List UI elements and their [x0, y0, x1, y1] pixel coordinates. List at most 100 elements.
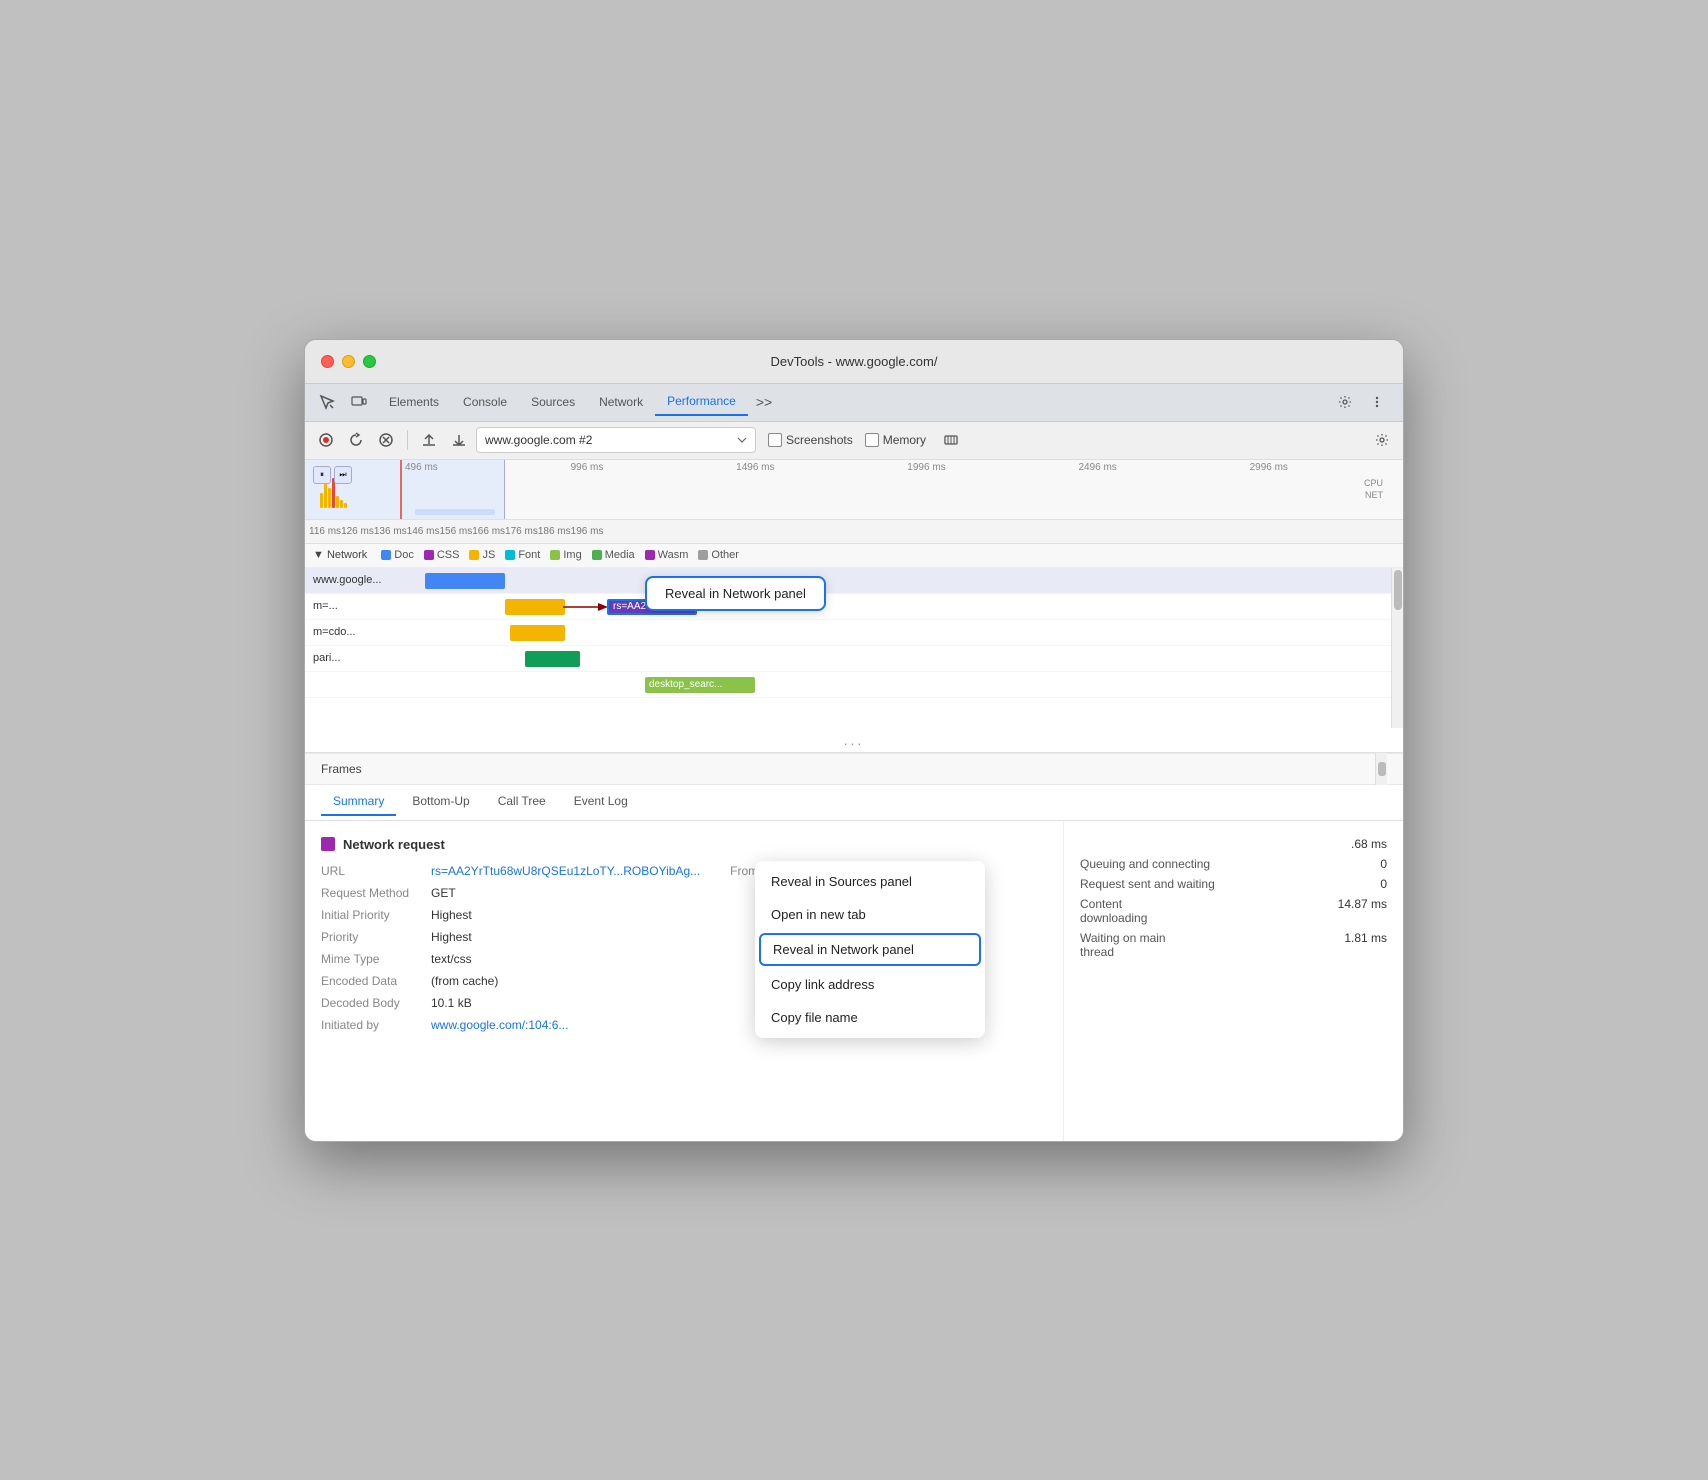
legend-other-label: Other	[711, 549, 739, 561]
url-link[interactable]: rs=AA2YrTtu68wU8rQSEu1zLoTY...ROBOYibAg.…	[431, 864, 700, 878]
cm-reveal-network[interactable]: Reveal in Network panel	[759, 933, 981, 966]
legend-doc: Doc	[381, 549, 414, 561]
request-row-desktop[interactable]: desktop desktop_searc...	[305, 672, 1403, 698]
devtools-body: CPU NET 496 ms 996 ms 1496 ms 1996 ms 24…	[305, 460, 1403, 1141]
more-options-icon[interactable]	[1363, 388, 1391, 416]
nr-mark-3: 146 ms	[407, 526, 440, 537]
request-label-google: www.google...	[305, 574, 425, 586]
legend-media: Media	[592, 549, 635, 561]
tab-bottom-up[interactable]: Bottom-Up	[400, 788, 481, 816]
frames-scrollbar[interactable]	[1375, 753, 1387, 785]
network-ruler: 116 ms 126 ms 136 ms 146 ms 156 ms 166 m…	[305, 520, 1403, 544]
url-label: URL	[321, 864, 431, 878]
network-ruler-marks: 116 ms 126 ms 136 ms 146 ms 156 ms 166 m…	[309, 526, 1403, 537]
settings-icon[interactable]	[1331, 388, 1359, 416]
legend-media-dot	[592, 550, 602, 560]
tab-call-tree[interactable]: Call Tree	[486, 788, 558, 816]
network-content: www.google... m=...	[305, 568, 1403, 728]
nr-mark-0: 116 ms	[309, 526, 341, 537]
request-bar-desktop: desktop_searc...	[645, 677, 755, 693]
scroll-thumb[interactable]	[1394, 570, 1402, 610]
request-label-mcdo: m=cdo...	[305, 626, 425, 638]
nr-mark-4: 156 ms	[439, 526, 472, 537]
memory-icon[interactable]	[938, 427, 964, 453]
screenshots-checkbox-box[interactable]	[768, 433, 782, 447]
method-value: GET	[431, 886, 456, 900]
request-bar-pari	[525, 651, 580, 667]
request-row-m1[interactable]: m=... rs=AA2YrTtu6...	[305, 594, 1403, 620]
ruler-marks-top: 496 ms 996 ms 1496 ms 1996 ms 2496 ms 29…	[305, 460, 1388, 473]
step-button[interactable]: ⏭	[334, 466, 352, 484]
tab-elements[interactable]: Elements	[377, 389, 451, 415]
performance-settings-icon[interactable]	[1369, 427, 1395, 453]
legend-js: JS	[469, 549, 495, 561]
pause-controls: ⏸ ⏭	[313, 466, 352, 484]
tab-network[interactable]: Network	[587, 389, 655, 415]
ruler-mark-6: 2996 ms	[1250, 462, 1288, 473]
pause-button[interactable]: ⏸	[313, 466, 331, 484]
nr-mark-1: 126 ms	[341, 526, 374, 537]
devtools-window: DevTools - www.google.com/ Elements Cons…	[304, 339, 1404, 1142]
url-selector[interactable]: www.google.com #2	[476, 427, 756, 453]
maximize-button[interactable]	[363, 355, 376, 368]
scrollbar[interactable]	[1391, 568, 1403, 728]
timing-queuing-label: Queuing and connecting	[1080, 857, 1210, 871]
initial-priority-label: Initial Priority	[321, 908, 431, 922]
checkbox-group: Screenshots Memory	[768, 427, 964, 453]
cm-copy-filename[interactable]: Copy file name	[755, 1001, 985, 1034]
download-button[interactable]	[446, 427, 472, 453]
record-button[interactable]	[313, 427, 339, 453]
tab-console[interactable]: Console	[451, 389, 519, 415]
context-menu: Reveal in Sources panel Open in new tab …	[755, 861, 985, 1038]
request-bar-area-mcdo	[425, 620, 1403, 645]
request-bar-area-m1: rs=AA2YrTtu6...	[425, 594, 1403, 619]
decoded-label: Decoded Body	[321, 996, 431, 1010]
request-row-pari[interactable]: pari...	[305, 646, 1403, 672]
legend-media-label: Media	[605, 549, 635, 561]
legend-wasm-dot	[645, 550, 655, 560]
tab-performance[interactable]: Performance	[655, 388, 748, 416]
legend-doc-label: Doc	[394, 549, 414, 561]
more-tabs-button[interactable]: >>	[748, 394, 780, 410]
timing-request-label: Request sent and waiting	[1080, 877, 1215, 891]
timing-waiting-label: Waiting on mainthread	[1080, 931, 1166, 959]
minimize-button[interactable]	[342, 355, 355, 368]
request-row-google[interactable]: www.google...	[305, 568, 1403, 594]
legend-other: Other	[698, 549, 739, 561]
legend-wasm: Wasm	[645, 549, 689, 561]
memory-checkbox-box[interactable]	[865, 433, 879, 447]
inspect-icon[interactable]	[313, 388, 341, 416]
request-row-mcdo[interactable]: m=cdo...	[305, 620, 1403, 646]
upload-button[interactable]	[416, 427, 442, 453]
request-label-m1: m=...	[305, 600, 425, 612]
legend-font: Font	[505, 549, 540, 561]
legend-font-label: Font	[518, 549, 540, 561]
memory-checkbox[interactable]: Memory	[865, 433, 926, 447]
request-bar-area-pari	[425, 646, 1403, 671]
legend-css-label: CSS	[437, 549, 460, 561]
ruler-mark-2: 996 ms	[571, 462, 604, 473]
cm-copy-link[interactable]: Copy link address	[755, 968, 985, 1001]
tab-summary[interactable]: Summary	[321, 788, 396, 816]
initial-priority-value: Highest	[431, 908, 472, 922]
device-toggle-icon[interactable]	[345, 388, 373, 416]
network-section-label: ▼ Network	[313, 549, 367, 561]
request-bar-mcdo	[510, 625, 565, 641]
reload-record-button[interactable]	[343, 427, 369, 453]
tab-event-log[interactable]: Event Log	[562, 788, 640, 816]
cm-reveal-sources[interactable]: Reveal in Sources panel	[755, 865, 985, 898]
legend-img-dot	[550, 550, 560, 560]
cm-open-new-tab[interactable]: Open in new tab	[755, 898, 985, 931]
clear-button[interactable]	[373, 427, 399, 453]
tab-sources[interactable]: Sources	[519, 389, 587, 415]
screenshots-checkbox[interactable]: Screenshots	[768, 433, 853, 447]
timing-queuing-row: Queuing and connecting 0	[1080, 857, 1387, 871]
timing-duration-value: .68 ms	[1351, 837, 1387, 851]
close-button[interactable]	[321, 355, 334, 368]
initiated-link[interactable]: www.google.com/:104:6...	[431, 1018, 568, 1032]
overview-minimap[interactable]: CPU NET 496 ms 996 ms 1496 ms 1996 ms 24…	[305, 460, 1403, 520]
mime-label: Mime Type	[321, 952, 431, 966]
legend-js-dot	[469, 550, 479, 560]
frames-scroll-thumb[interactable]	[1378, 762, 1386, 776]
summary-icon	[321, 837, 335, 851]
